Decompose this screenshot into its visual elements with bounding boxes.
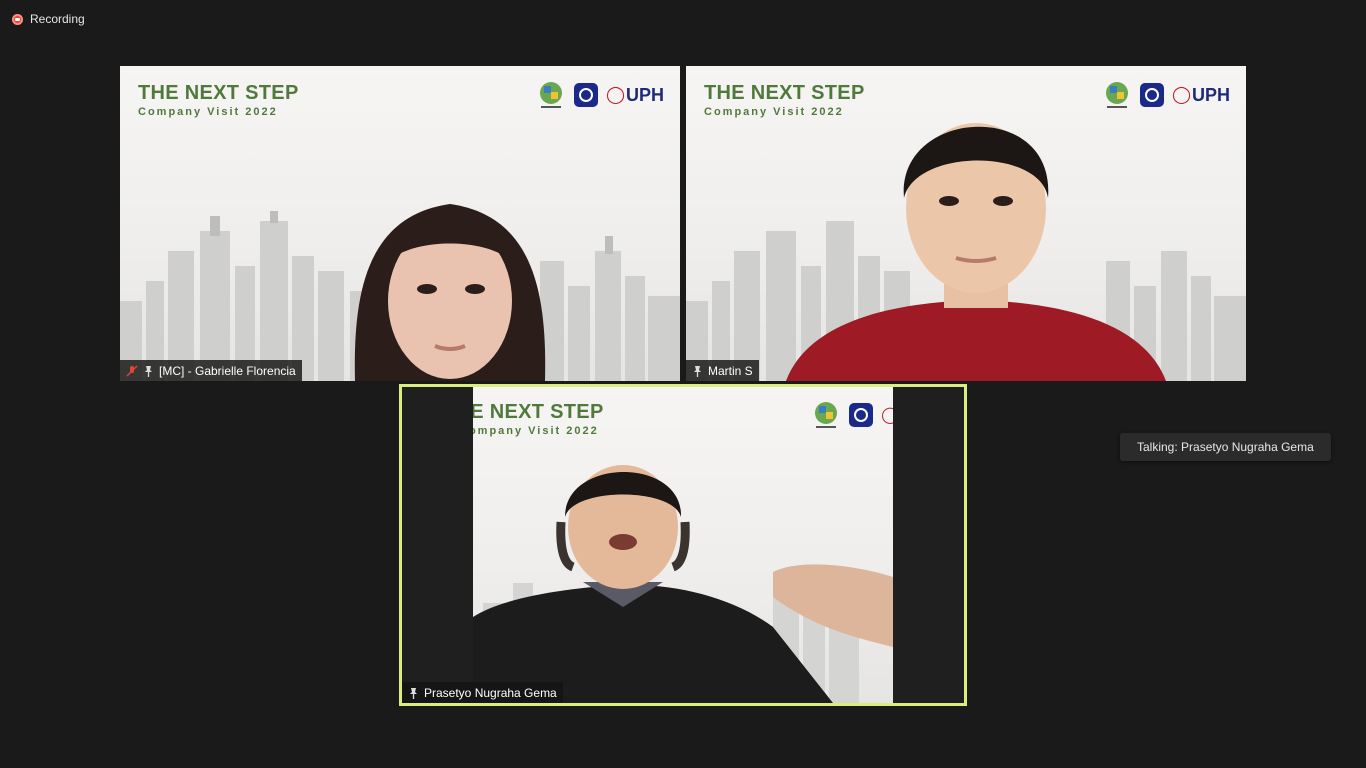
- pin-icon: [692, 365, 703, 377]
- participant-name: Martin S: [708, 363, 753, 378]
- shield-icon: ◯: [1171, 85, 1191, 104]
- recording-indicator[interactable]: Recording: [12, 12, 85, 26]
- logo-icon: [539, 82, 562, 108]
- participant-name: [MC] - Gabrielle Florencia: [159, 363, 296, 378]
- uph-logo-text: UPH: [1191, 84, 1230, 105]
- pin-icon: [143, 365, 154, 377]
- video-tile-gabrielle[interactable]: THE NEXT STEP Company Visit 2022 ◯ UPH [: [120, 66, 680, 381]
- uph-logo: ◯ UPH: [1172, 85, 1230, 106]
- participant-video-martin: [786, 123, 1166, 381]
- recording-icon: [12, 13, 23, 25]
- video-tile-martin[interactable]: THE NEXT STEP Company Visit 2022 ◯ UPH M…: [686, 66, 1246, 381]
- participant-nametag: [MC] - Gabrielle Florencia: [120, 360, 302, 381]
- participant-video-gabrielle: [354, 204, 546, 381]
- talking-indicator: Talking: Prasetyo Nugraha Gema: [1120, 433, 1331, 461]
- uph-logo-text: UPH: [625, 84, 664, 105]
- active-speaker-highlight: [399, 384, 967, 706]
- participant-nametag: Martin S: [686, 360, 759, 381]
- sponsor-logos: ◯ UPH: [536, 80, 664, 110]
- banner-title: THE NEXT STEP: [138, 82, 299, 104]
- banner-subtitle: Company Visit 2022: [138, 106, 278, 118]
- uph-logo: ◯ UPH: [606, 85, 664, 106]
- logo-icon: [573, 83, 598, 107]
- recording-label: Recording: [30, 12, 85, 26]
- mic-muted-icon: [126, 364, 138, 377]
- shield-icon: ◯: [605, 85, 625, 104]
- event-banner: THE NEXT STEP Company Visit 2022: [138, 82, 299, 118]
